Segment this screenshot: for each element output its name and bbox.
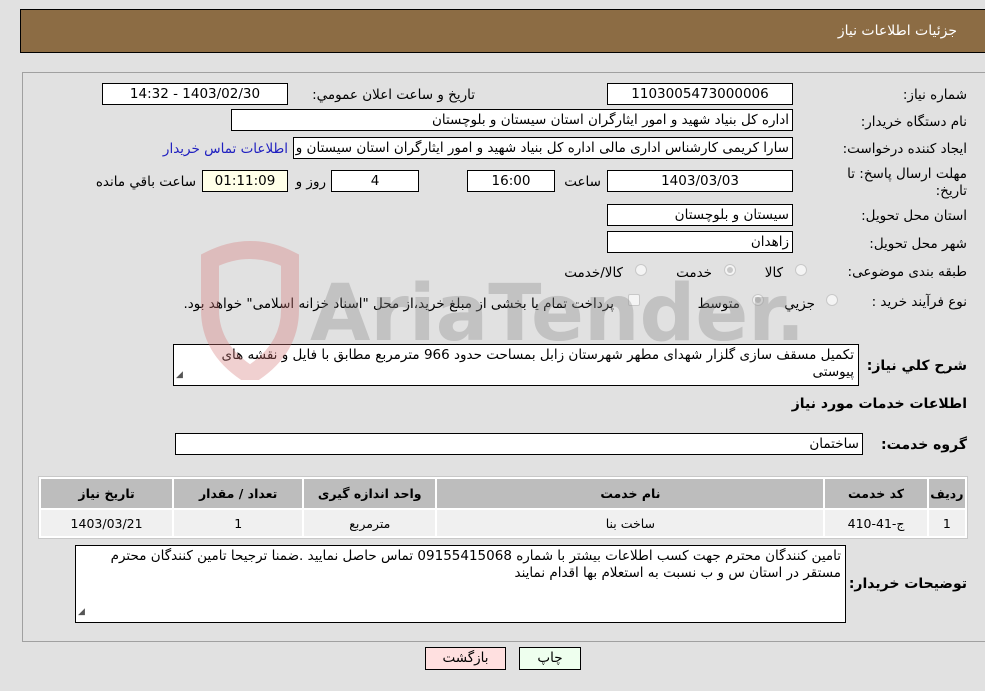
buyer-contact-link[interactable]: اطلاعات تماس خريدار <box>163 141 288 157</box>
process-medium-label: متوسط <box>697 296 740 312</box>
need-number-field: 1103005473000006 <box>607 83 793 105</box>
cell-service-name: ساخت بنا <box>437 510 824 536</box>
category-goods-label: كالا <box>764 265 783 281</box>
requester-label: ايجاد کننده درخواست: <box>842 141 967 157</box>
need-number-label: شماره نياز: <box>902 87 967 103</box>
delivery-province-field: سيستان و بلوچستان <box>607 204 793 226</box>
purchase-process-label: نوع فرآيند خريد : <box>871 294 967 310</box>
treasury-note: پرداخت تمام يا بخشی از مبلغ خريد،از محل … <box>183 296 614 312</box>
delivery-province-label: استان محل تحويل: <box>861 208 967 224</box>
delivery-city-label: شهر محل تحويل: <box>869 236 967 252</box>
resize-grip-icon[interactable]: ◢ <box>176 367 183 384</box>
deadline-date-field: 1403/03/03 <box>607 170 793 192</box>
col-need-date: تاريخ نياز <box>41 479 173 508</box>
col-row-number: رديف <box>928 479 965 508</box>
deadline-time-field: 16:00 <box>467 170 555 192</box>
treasury-checkbox[interactable] <box>628 294 640 306</box>
category-goods-radio[interactable] <box>795 264 807 276</box>
delivery-city-field: زاهدان <box>607 231 793 253</box>
process-medium-radio[interactable] <box>752 294 764 306</box>
cell-unit: مترمربع <box>304 510 436 536</box>
services-table-header: رديف كد خدمت نام خدمت واحد اندازه گيری ت… <box>41 479 965 508</box>
announce-datetime-field: 1403/02/30 - 14:32 <box>102 83 288 105</box>
category-service-label: خدمت <box>676 265 712 281</box>
category-service-radio[interactable] <box>724 264 736 276</box>
category-goods-service-label: كالا/خدمت <box>564 265 623 281</box>
table-row: 1 ج-41-410 ساخت بنا مترمربع 1 1403/03/21 <box>41 510 965 536</box>
services-section-title: اطلاعات خدمات مورد نياز <box>791 396 967 412</box>
description-label: شرح كلي نياز: <box>866 358 967 374</box>
category-label: طبقه بندی موضوعی: <box>847 264 967 280</box>
back-button[interactable]: بازگشت <box>425 647 506 670</box>
cell-need-date: 1403/03/21 <box>41 510 173 536</box>
remaining-days-field: 4 <box>331 170 419 192</box>
cell-row-number: 1 <box>928 510 965 536</box>
cell-service-code: ج-41-410 <box>825 510 927 536</box>
buyer-notes-textarea[interactable]: تامین کنندگان محترم جهت کسب اطلاعات بیشت… <box>75 545 846 623</box>
page-header: جزئيات اطلاعات نياز <box>20 9 985 53</box>
buyer-org-label: نام دستگاه خريدار: <box>860 114 967 130</box>
col-service-name: نام خدمت <box>437 479 824 508</box>
services-table: رديف كد خدمت نام خدمت واحد اندازه گيری ت… <box>38 476 968 539</box>
deadline-label: مهلت ارسال پاسخ: تا تاريخ: <box>847 166 967 199</box>
service-group-field: ساختمان <box>175 433 863 455</box>
remaining-time-label: ساعت باقي مانده <box>95 174 196 190</box>
description-text: تکمیل مسقف سازی گلزار شهدای مطهر شهرستان… <box>221 347 854 380</box>
buyer-notes-label: توضيحات خريدار: <box>848 576 967 592</box>
cell-quantity: 1 <box>174 510 303 536</box>
col-quantity: تعداد / مقدار <box>174 479 303 508</box>
process-minor-label: جزيي <box>784 296 815 312</box>
buyer-notes-text: تامین کنندگان محترم جهت کسب اطلاعات بیشت… <box>110 548 841 581</box>
col-service-code: كد خدمت <box>825 479 927 508</box>
service-group-label: گروه خدمت: <box>881 437 967 453</box>
col-unit: واحد اندازه گيری <box>304 479 436 508</box>
deadline-time-label: ساعت <box>564 174 601 190</box>
requester-field: سارا کریمی کارشناس اداری مالی اداره کل ب… <box>293 137 793 159</box>
resize-grip-icon[interactable]: ◢ <box>78 604 85 621</box>
remaining-time-field: 01:11:09 <box>202 170 288 192</box>
announce-datetime-label: تاريخ و ساعت اعلان عمومي: <box>312 87 475 103</box>
page-title: جزئيات اطلاعات نياز <box>837 23 957 39</box>
description-textarea[interactable]: تکمیل مسقف سازی گلزار شهدای مطهر شهرستان… <box>173 344 859 386</box>
days-label: روز و <box>295 174 326 190</box>
print-button[interactable]: چاپ <box>519 647 581 670</box>
buyer-org-field: اداره کل بنیاد شهید و امور ایثارگران است… <box>231 109 793 131</box>
category-goods-service-radio[interactable] <box>635 264 647 276</box>
process-minor-radio[interactable] <box>826 294 838 306</box>
